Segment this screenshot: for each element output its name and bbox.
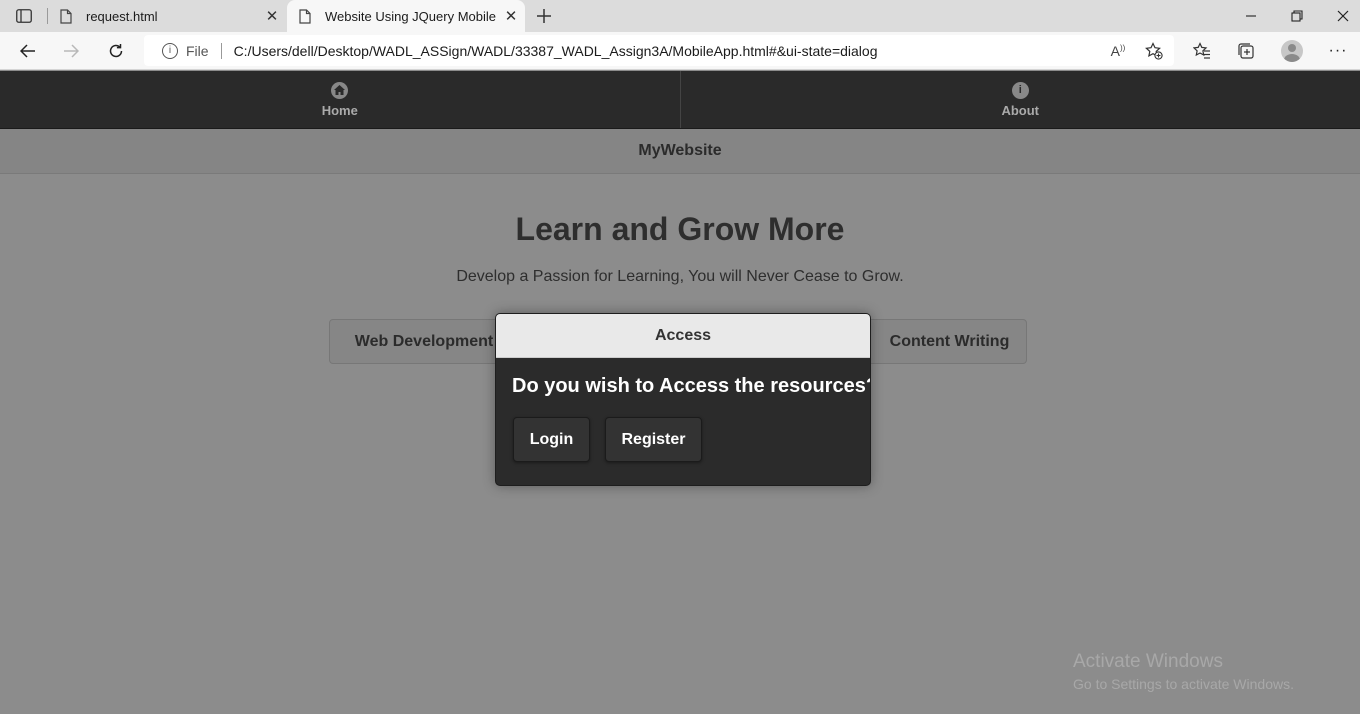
tab-request[interactable]: request.html ✕ xyxy=(48,0,286,32)
dialog-header: Access xyxy=(496,314,870,358)
arrow-left-icon xyxy=(20,44,35,58)
watermark-subtitle: Go to Settings to activate Windows. xyxy=(1073,676,1294,692)
plus-icon xyxy=(537,9,551,23)
minimize-button[interactable] xyxy=(1228,0,1274,32)
web-development-button[interactable]: Web Development xyxy=(329,319,519,364)
new-tab-button[interactable] xyxy=(531,4,557,28)
restore-icon xyxy=(1291,10,1303,22)
nav-item-about[interactable]: i About xyxy=(681,71,1360,128)
ellipsis-icon: ··· xyxy=(1328,42,1348,59)
restore-button[interactable] xyxy=(1274,0,1320,32)
dialog-question: Do you wish to Access the resources? xyxy=(512,375,871,397)
avatar xyxy=(1281,40,1303,62)
tab-website[interactable]: Website Using JQuery Mobile ✕ xyxy=(287,0,525,32)
back-button[interactable] xyxy=(13,36,43,66)
address-divider xyxy=(220,42,222,59)
url-text[interactable]: C:/Users/dell/Desktop/WADL_ASSign/WADL/3… xyxy=(234,43,1102,59)
page-subheading: Develop a Passion for Learning, You will… xyxy=(456,268,904,285)
watermark-title: Activate Windows xyxy=(1073,651,1223,672)
dialog-title: Access xyxy=(654,326,712,344)
refresh-icon xyxy=(109,44,123,58)
favorites-icon xyxy=(1193,42,1210,59)
content-writing-button[interactable]: Content Writing xyxy=(850,319,1027,364)
nav-item-label: Home xyxy=(321,102,358,118)
page-icon xyxy=(297,8,313,24)
address-bar[interactable]: i File C:/Users/dell/Desktop/WADL_ASSign… xyxy=(144,35,1174,66)
page-navbar: Home i About xyxy=(0,71,1360,129)
collections-button[interactable] xyxy=(1231,36,1261,66)
close-icon[interactable]: ✕ xyxy=(258,2,286,30)
activation-watermark: Activate Windows Go to Settings to activ… xyxy=(1073,651,1294,692)
more-options-button[interactable]: ··· xyxy=(1323,36,1353,66)
tab-title: request.html xyxy=(86,8,158,24)
page-heading: Learn and Grow More xyxy=(515,211,845,247)
close-icon[interactable]: ✕ xyxy=(497,2,525,30)
info-icon[interactable]: i xyxy=(162,42,178,59)
profile-button[interactable] xyxy=(1277,36,1307,66)
nav-item-home[interactable]: Home xyxy=(0,71,681,128)
tab-actions-button[interactable] xyxy=(8,4,40,28)
arrow-right-icon xyxy=(64,44,79,58)
collections-icon xyxy=(1238,43,1254,59)
info-icon: i xyxy=(1011,81,1029,99)
close-icon xyxy=(1337,10,1349,22)
home-icon xyxy=(331,81,349,99)
read-aloud-icon[interactable]: A)) xyxy=(1102,43,1134,59)
url-scheme: File xyxy=(186,42,209,59)
page-icon xyxy=(58,8,74,24)
page-header: MyWebsite xyxy=(0,129,1360,174)
close-window-button[interactable] xyxy=(1320,0,1360,32)
register-button[interactable]: Register xyxy=(605,417,702,462)
login-button[interactable]: Login xyxy=(513,417,590,462)
tab-title: Website Using JQuery Mobile xyxy=(325,8,496,24)
minimize-icon xyxy=(1246,15,1256,17)
access-dialog: Access Do you wish to Access the resourc… xyxy=(495,313,871,486)
forward-button[interactable] xyxy=(56,36,86,66)
refresh-button[interactable] xyxy=(101,36,131,66)
tab-strip: request.html ✕ Website Using JQuery Mobi… xyxy=(0,0,1360,32)
site-title: MyWebsite xyxy=(638,142,722,159)
add-favorite-icon[interactable] xyxy=(1134,41,1174,60)
nav-item-label: About xyxy=(1001,102,1040,118)
favorites-button[interactable] xyxy=(1187,36,1217,66)
browser-toolbar: i File C:/Users/dell/Desktop/WADL_ASSign… xyxy=(0,32,1360,70)
tab-actions-icon xyxy=(16,9,32,23)
